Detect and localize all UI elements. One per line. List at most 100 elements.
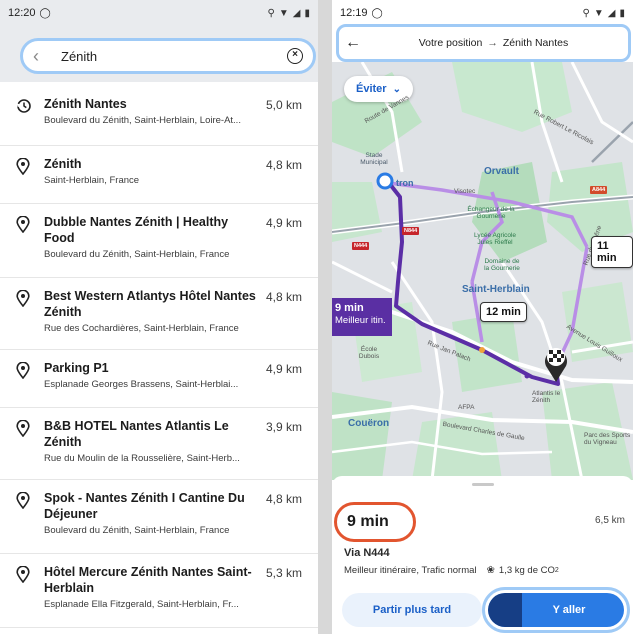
result-distance: 3,9 km — [265, 420, 302, 434]
best-route-time: 9 min — [335, 302, 364, 314]
signal-icon: ◢ — [607, 7, 616, 19]
whatsapp-icon: ◯ — [371, 7, 383, 19]
location-icon: ⚲ — [267, 7, 275, 19]
search-input[interactable]: ‹ Zénith × — [20, 38, 316, 74]
co2-subscript: 2 — [554, 567, 559, 574]
best-route-label: Meilleur itin. — [335, 315, 386, 326]
map-label-town: Orvault — [484, 166, 520, 177]
route-via: Via N444 — [344, 547, 390, 559]
route-distance: 6,5 km — [594, 515, 625, 526]
route-details-text: Meilleur itinéraire, Trafic normal — [344, 565, 477, 576]
pin-icon — [16, 418, 44, 479]
pin-icon — [16, 156, 44, 203]
result-row[interactable]: Zénith Nantes Boulevard du Zénith, Saint… — [0, 86, 318, 146]
alt-route-badge[interactable]: 11 min — [591, 236, 633, 268]
co2-text: 1,3 kg de CO — [498, 565, 555, 576]
map-label-town: tron — [396, 178, 414, 188]
battery-icon: ▮ — [619, 7, 625, 19]
alt-route-badge[interactable]: 12 min — [480, 302, 527, 322]
signal-icon: ◢ — [292, 7, 301, 19]
wifi-icon: ▼ — [278, 7, 289, 19]
result-subtitle: Rue du Moulin de la Rousselière, Saint-H… — [44, 453, 240, 464]
clear-icon[interactable]: × — [287, 48, 303, 64]
pin-icon — [16, 564, 44, 627]
result-distance: 4,9 km — [265, 362, 302, 376]
result-distance: 4,9 km — [265, 216, 302, 230]
go-button-progress — [488, 593, 522, 627]
pin-icon — [16, 490, 44, 553]
map-label: Visotec — [454, 188, 476, 195]
result-row[interactable]: Hôtel Mercure Zénith Nantes Saint-Herbla… — [0, 554, 318, 628]
chevron-down-icon: ⌄ — [392, 83, 401, 95]
leaf-icon: ❀ — [486, 565, 495, 576]
road-badge: N444 — [352, 242, 370, 250]
arrow-right-icon: → — [487, 37, 498, 49]
go-button[interactable]: Y aller — [488, 593, 624, 627]
go-button-focus-ring: Y aller — [482, 587, 630, 633]
current-location-icon — [376, 172, 394, 190]
map-label: Domaine de la Gournerie — [484, 258, 520, 272]
map-label: AFPA — [458, 404, 475, 411]
map-view[interactable]: Éviter ⌄ Stade Municipal Orvault tron Vi… — [332, 62, 633, 480]
result-row[interactable]: Best Western Atlantys Hôtel Nantes Zénit… — [0, 278, 318, 350]
result-row[interactable]: Dubble Nantes Zénith | Healthy Food Boul… — [0, 204, 318, 278]
location-icon: ⚲ — [582, 7, 590, 19]
pin-icon — [16, 214, 44, 277]
search-query[interactable]: Zénith — [55, 49, 287, 64]
leave-later-button[interactable]: Partir plus tard — [342, 593, 482, 627]
history-icon — [16, 96, 44, 145]
result-row[interactable]: Spok - Nantes Zénith I Cantine Du Déjeun… — [0, 480, 318, 554]
route-header[interactable]: ← Votre position → Zénith Nantes — [336, 24, 631, 62]
result-subtitle: Saint-Herblain, France — [44, 175, 140, 186]
result-distance: 4,8 km — [265, 492, 302, 506]
result-distance: 4,8 km — [265, 290, 302, 304]
pin-icon — [16, 288, 44, 349]
result-distance: 5,3 km — [265, 566, 302, 580]
status-time: 12:20 — [8, 7, 36, 19]
result-row[interactable]: B&B HOTEL Nantes Atlantis Le Zénith Rue … — [0, 408, 318, 480]
road-badge: A844 — [590, 186, 608, 194]
search-header: ‹ Zénith × — [0, 26, 318, 82]
sheet-handle[interactable] — [472, 483, 494, 486]
map-label: Échangeur de la Gournerie — [467, 206, 515, 220]
status-bar: 12:19 ◯ ⚲ ▼ ◢ ▮ — [332, 0, 633, 26]
result-distance: 4,8 km — [265, 158, 302, 172]
route-sheet: 9 min 6,5 km Via N444 Meilleur itinérair… — [332, 476, 633, 634]
route-summary[interactable]: Votre position → Zénith Nantes — [365, 37, 622, 49]
result-subtitle: Esplanade Ella Fitzgerald, Saint-Herblai… — [44, 599, 239, 610]
results-list: Zénith Nantes Boulevard du Zénith, Saint… — [0, 86, 318, 628]
whatsapp-icon: ◯ — [39, 7, 51, 19]
route-destination: Zénith Nantes — [502, 37, 569, 49]
status-time: 12:19 — [340, 7, 368, 19]
route-origin: Votre position — [418, 37, 483, 49]
go-button-label: Y aller — [552, 604, 586, 616]
road-badge: N844 — [402, 227, 420, 235]
map-label-town: Saint-Herblain — [462, 284, 530, 295]
best-route-badge[interactable]: 9 min Meilleur itin. — [332, 298, 392, 336]
map-label: Parc des Sports du Vigneau — [584, 432, 631, 446]
map-label-town: Couëron — [348, 418, 390, 429]
route-duration: 9 min — [334, 502, 416, 542]
result-subtitle: Boulevard du Zénith, Saint-Herblain, Fra… — [44, 525, 230, 536]
result-row[interactable]: Zénith Saint-Herblain, France 4,8 km — [0, 146, 318, 204]
map-label: Lycée Agricole Jules Rieffel — [473, 232, 517, 246]
avoid-label: Éviter — [356, 83, 387, 95]
result-row[interactable]: Parking P1 Esplanade Georges Brassens, S… — [0, 350, 318, 408]
search-screen: 12:20 ◯ ⚲ ▼ ◢ ▮ ‹ Zénith × Zénith Nantes — [0, 0, 318, 634]
battery-icon: ▮ — [304, 7, 310, 19]
pin-icon — [16, 360, 44, 407]
map-label: Stade Municipal — [360, 152, 388, 166]
result-subtitle: Boulevard du Zénith, Saint-Herblain, Loi… — [44, 115, 241, 126]
chevron-left-icon[interactable]: ‹ — [33, 46, 55, 67]
map-label: Atlantis le Zénith — [532, 390, 561, 404]
back-arrow-icon[interactable]: ← — [345, 34, 365, 52]
result-subtitle: Rue des Cochardières, Saint-Herblain, Fr… — [44, 323, 239, 334]
route-details: Meilleur itinéraire, Trafic normal ❀ 1,3… — [344, 565, 559, 576]
result-distance: 5,0 km — [265, 98, 302, 112]
result-subtitle: Esplanade Georges Brassens, Saint-Herbla… — [44, 379, 239, 390]
wifi-icon: ▼ — [593, 7, 604, 19]
status-bar: 12:20 ◯ ⚲ ▼ ◢ ▮ — [0, 0, 318, 26]
map-label: École Dubois — [358, 346, 380, 360]
route-screen: 12:19 ◯ ⚲ ▼ ◢ ▮ ← Votre position → Zénith … — [332, 0, 633, 634]
result-subtitle: Boulevard du Zénith, Saint-Herblain, Fra… — [44, 249, 230, 260]
